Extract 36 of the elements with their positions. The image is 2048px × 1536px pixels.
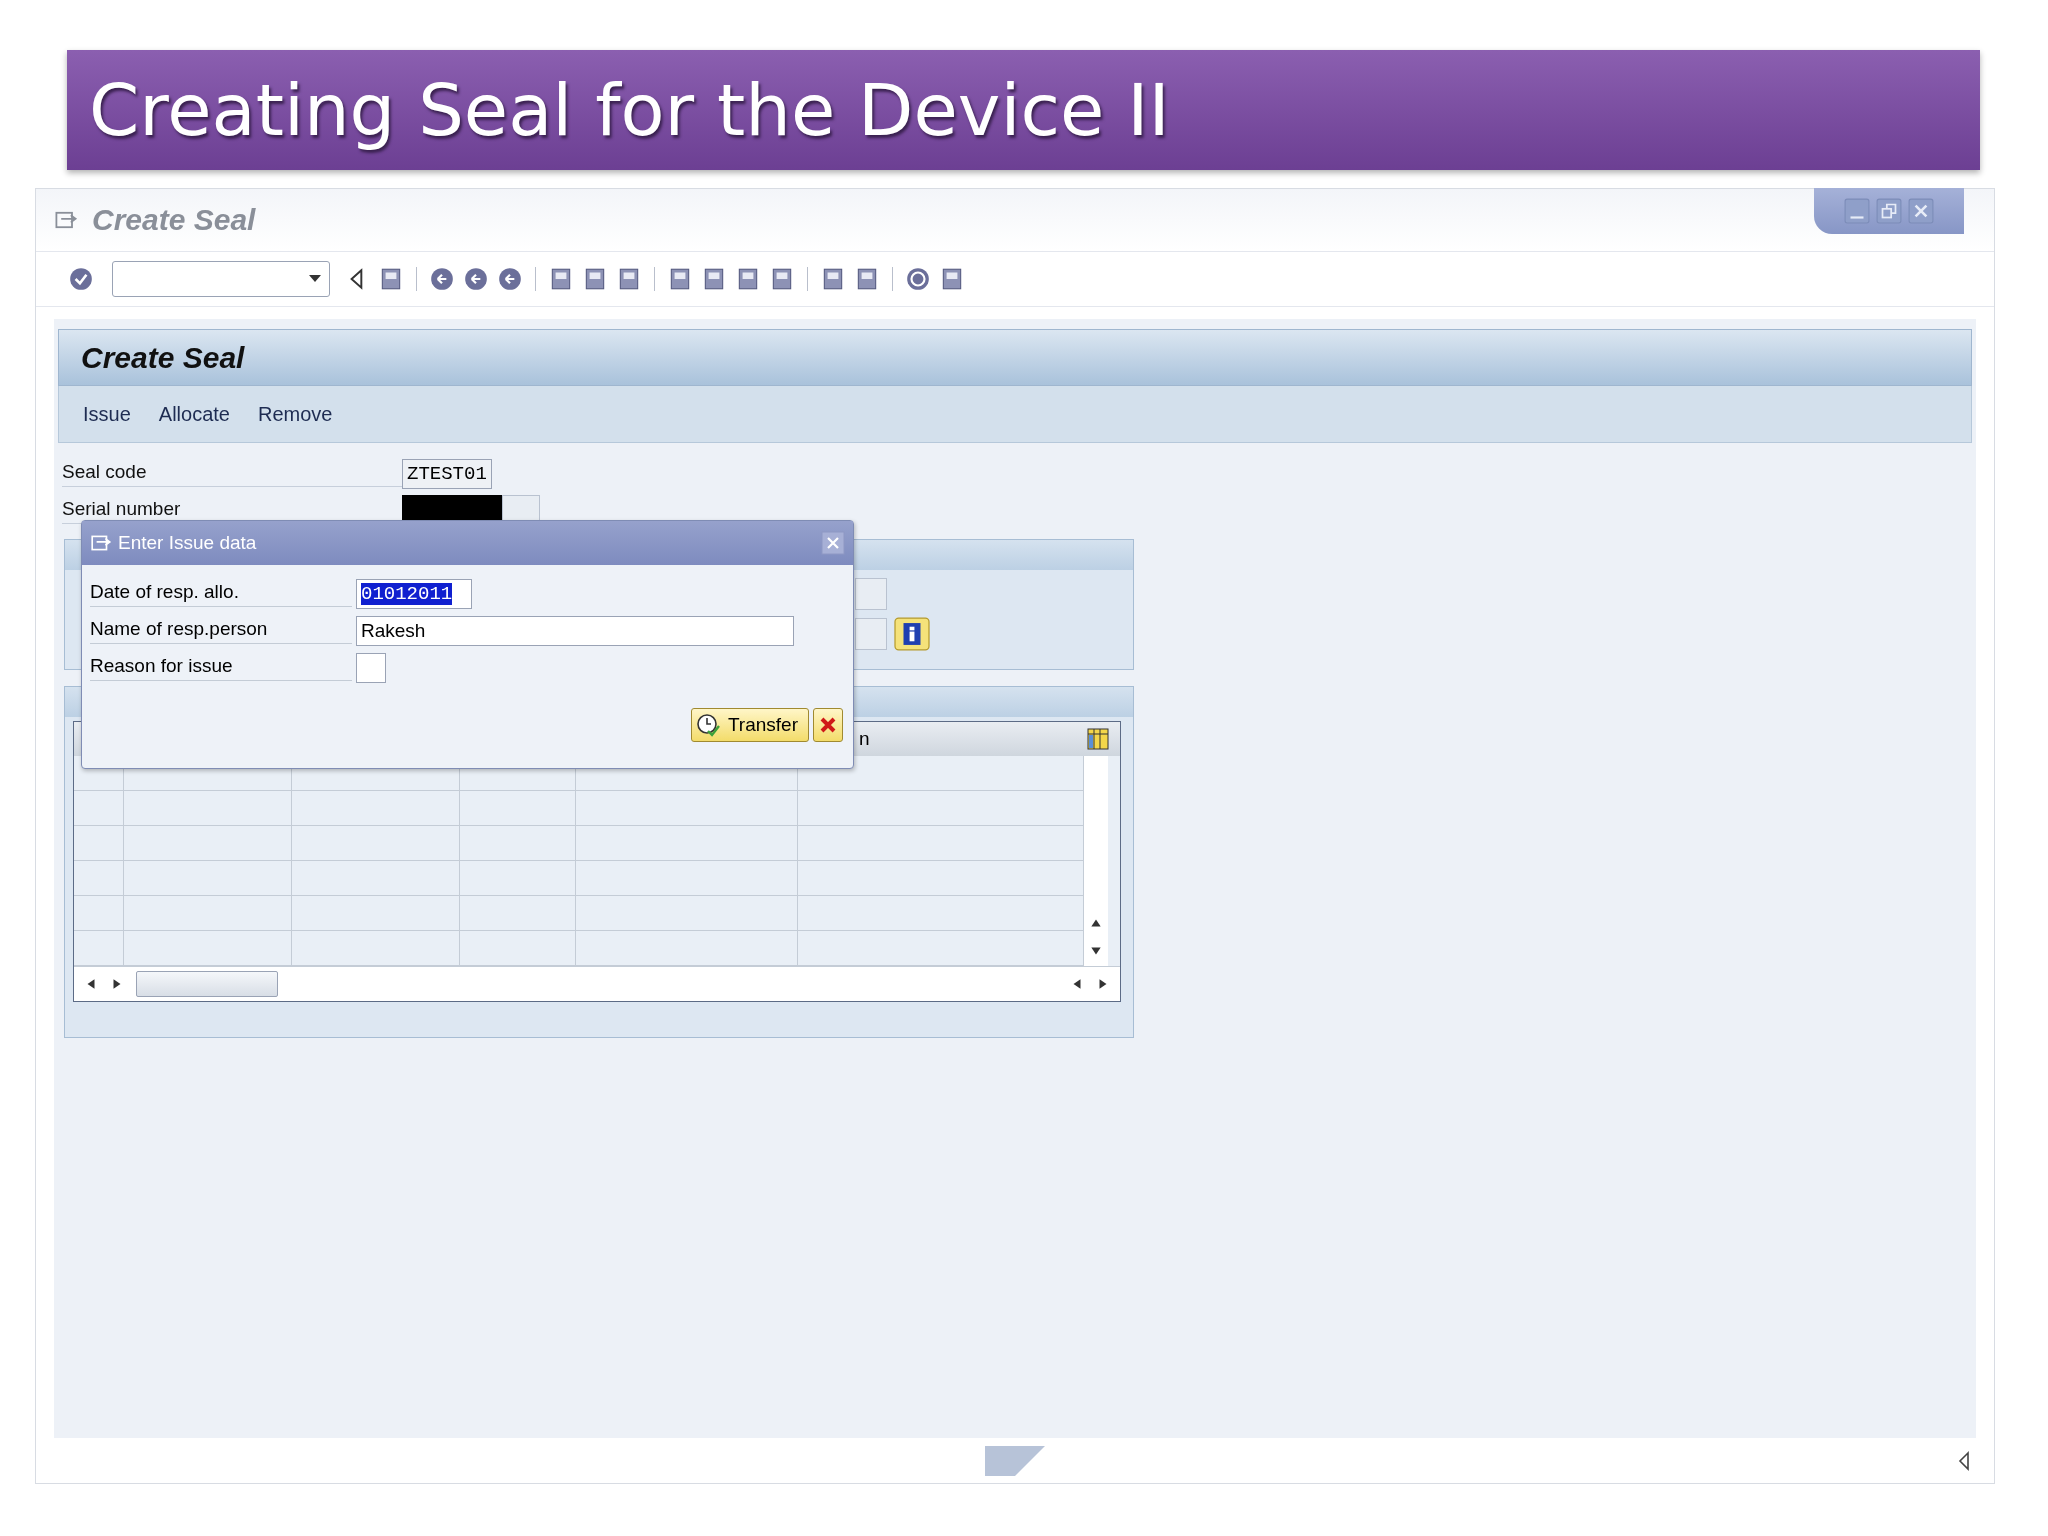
slide-title: Creating Seal for the Device II [89,68,1170,152]
enter-icon[interactable] [68,266,94,292]
dialog-title: Enter Issue data [118,532,258,554]
menu-item[interactable]: Remove [257,402,333,426]
vertical-scrollbar[interactable] [1084,756,1108,966]
input-field[interactable]: Rakesh [356,615,794,646]
back-circle-icon[interactable] [429,266,455,292]
scroll-thumb[interactable] [136,971,278,997]
field-label: Date of resp. allo. [90,580,352,607]
close-icon[interactable] [1908,198,1934,224]
column-header: n [858,728,870,749]
menu-item[interactable]: Allocate [158,402,230,426]
info-button[interactable] [893,617,931,651]
restore-icon[interactable] [1876,198,1902,224]
cancel-button[interactable] [813,708,843,742]
screen-title: Create Seal [81,340,245,375]
input-field[interactable]: 01012011 [356,578,472,609]
transfer-button[interactable]: Transfer [690,708,809,742]
horizontal-scrollbar[interactable] [74,966,1120,1001]
input-field[interactable] [855,578,887,610]
input-field[interactable] [855,618,887,650]
menu-item[interactable]: Issue [83,402,131,426]
logo-icon [985,1445,1045,1476]
clock-icon [695,713,720,737]
field-label: Name of resp.person [90,617,352,644]
window-title: Create Seal [92,203,256,237]
command-field[interactable] [112,261,330,297]
field-label: Seal code [62,460,402,487]
field-label: Reason for issue [90,654,352,681]
column-settings-icon[interactable] [1086,727,1110,751]
input-field[interactable] [356,652,386,683]
cancel-icon [818,715,838,735]
dropdown-icon[interactable] [309,275,321,282]
close-icon[interactable] [821,531,845,555]
input-field[interactable]: ZTEST01 [402,458,492,489]
expand-icon[interactable] [1958,1450,1970,1471]
